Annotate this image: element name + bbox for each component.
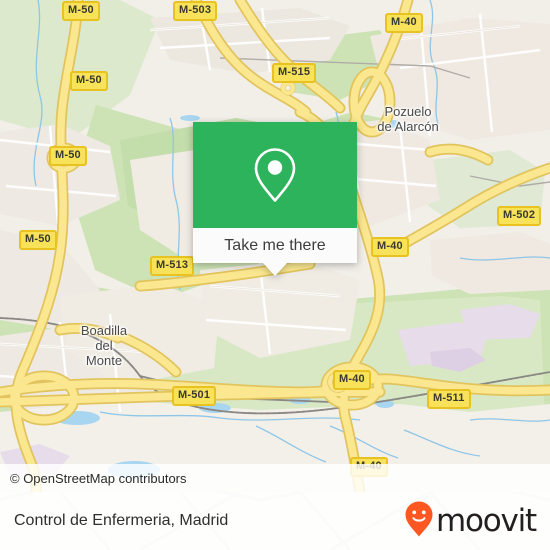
moovit-map-screen: Pozuelo de Alarcón Boadilla del Monte M-… <box>0 0 550 550</box>
road-shield-m503: M-503 <box>173 1 218 21</box>
road-shield-m513: M-513 <box>150 256 195 276</box>
take-me-there-label: Take me there <box>224 236 326 254</box>
place-label-pozuelo-de-alarcon: Pozuelo de Alarcón <box>377 104 439 134</box>
take-me-there-popup[interactable]: Take me there <box>193 122 357 276</box>
popup-icon-area <box>193 122 357 228</box>
map-canvas[interactable]: Pozuelo de Alarcón Boadilla del Monte M-… <box>0 0 550 492</box>
road-shield-m511: M-511 <box>427 389 471 409</box>
footer-bar: Control de Enfermeria, Madrid moovit <box>0 492 550 550</box>
road-shield-m502: M-502 <box>497 206 542 226</box>
map-pin-icon <box>252 146 298 204</box>
road-shield-m50-a: M-50 <box>62 1 100 21</box>
place-label-boadilla-del-monte: Boadilla del Monte <box>80 323 128 368</box>
road-shield-m40-b: M-40 <box>371 237 409 257</box>
road-shield-m50-b: M-50 <box>70 71 108 91</box>
osm-attribution-text[interactable]: © OpenStreetMap contributors <box>0 471 187 486</box>
road-shield-m40-c: M-40 <box>333 370 371 390</box>
road-shield-m515: M-515 <box>272 63 317 83</box>
moovit-smiley-pin-icon <box>404 500 434 543</box>
road-shield-m40-a: M-40 <box>385 13 423 33</box>
road-shield-m50-d: M-50 <box>19 230 57 250</box>
road-shield-m501: M-501 <box>172 386 217 406</box>
map-attribution-bar: © OpenStreetMap contributors <box>0 464 550 492</box>
road-shield-m50-c: M-50 <box>49 146 87 166</box>
popup-tail <box>263 263 287 276</box>
moovit-wordmark: moovit <box>435 502 537 539</box>
venue-title: Control de Enfermeria, Madrid <box>14 512 229 529</box>
moovit-brand[interactable]: moovit <box>404 500 537 543</box>
take-me-there-button[interactable]: Take me there <box>193 228 357 263</box>
